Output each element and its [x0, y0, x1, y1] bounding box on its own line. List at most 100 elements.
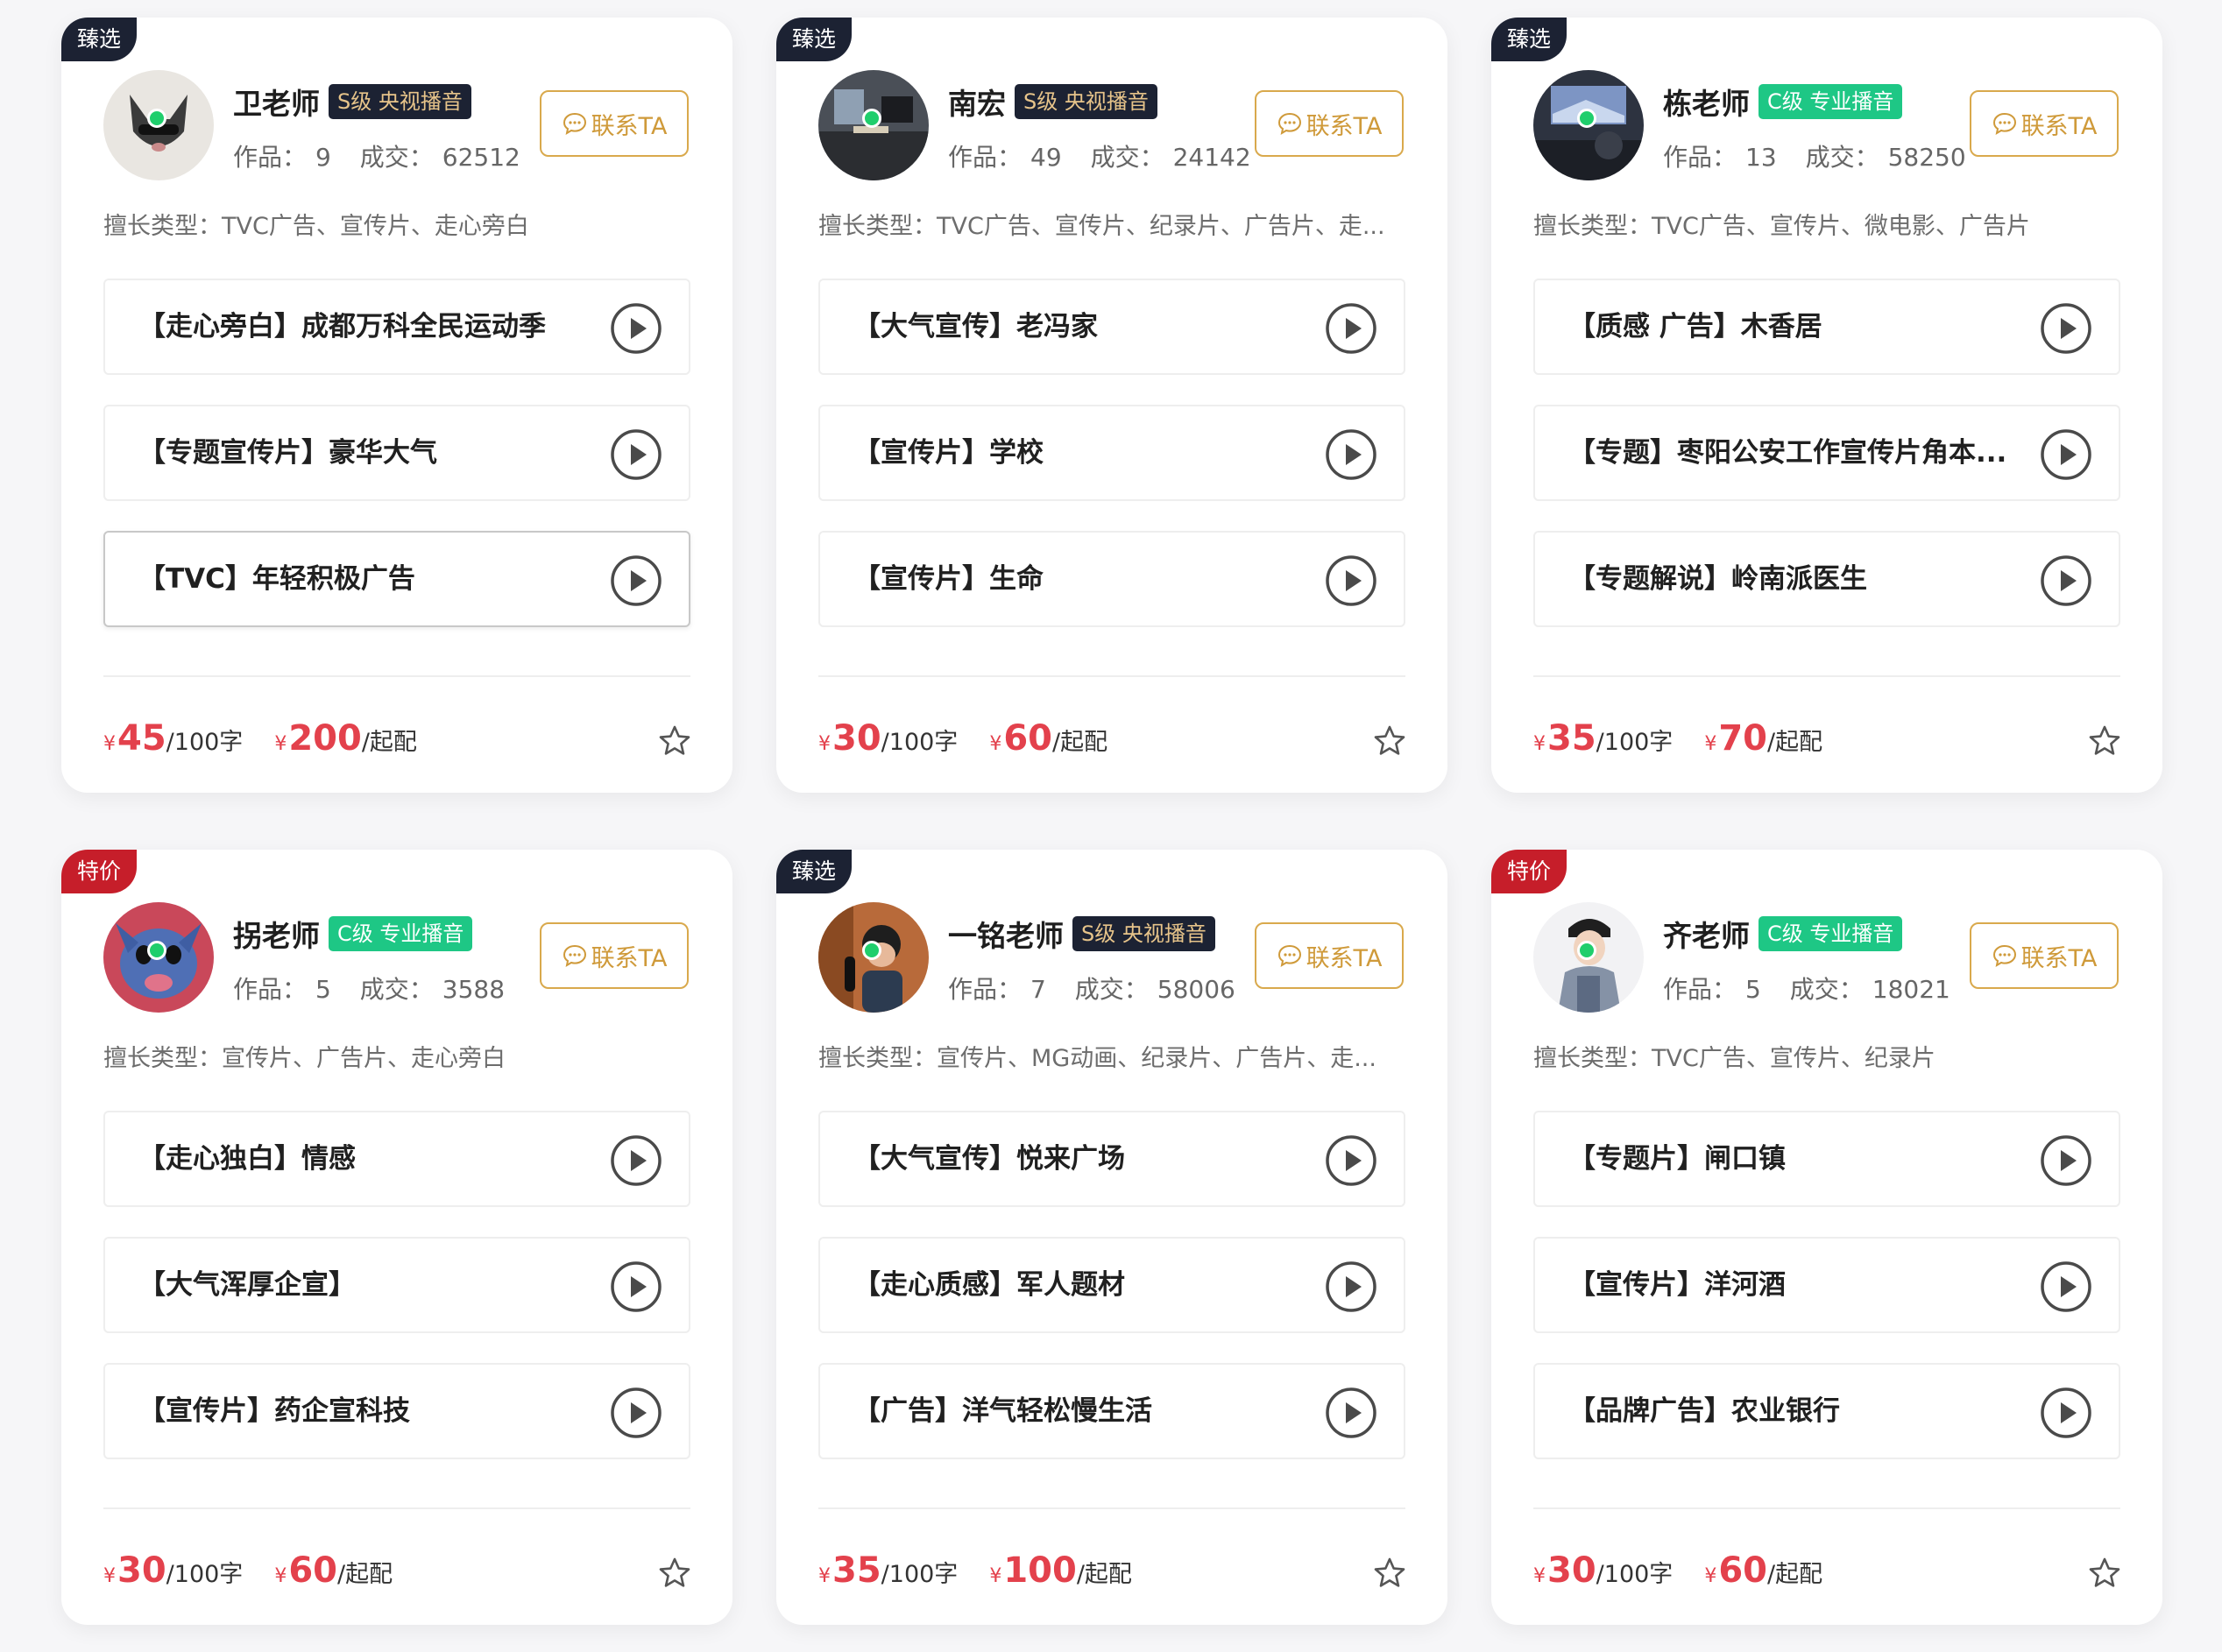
play-circle-icon[interactable] — [2040, 1387, 2092, 1439]
level-badge: C级 专业播音 — [1758, 84, 1903, 119]
artist-card[interactable]: 特价 拐老师 C级 专业播音 作品： 5 成交： 3588 联系TA 擅长类型：宣传… — [61, 850, 732, 1625]
contact-button[interactable]: 联系TA — [1255, 90, 1404, 157]
star-outline-icon[interactable] — [2087, 724, 2122, 759]
sample-item[interactable]: 【大气宣传】老冯家 — [818, 279, 1405, 375]
divider — [818, 675, 1405, 677]
name-row: 拐老师 C级 专业播音 — [233, 914, 473, 953]
yen-symbol: ¥ — [989, 733, 1002, 755]
contact-button[interactable]: 联系TA — [1970, 90, 2119, 157]
sample-item[interactable]: 【专题宣传片】豪华大气 — [103, 405, 690, 501]
skills-line: 擅长类型：TVC广告、宣传片、微电影、广告片 — [1533, 207, 2120, 241]
artist-name: 拐老师 — [233, 919, 320, 953]
skills-line: 擅长类型：宣传片、MG动画、纪录片、广告片、走... — [818, 1039, 1405, 1073]
deals-count: 3588 — [442, 975, 506, 1004]
play-circle-icon[interactable] — [1325, 1134, 1377, 1187]
artist-card[interactable]: 特价 齐老师 C级 专业播音 作品： 5 成交： 18021 联系TA 擅长类型：T… — [1491, 850, 2162, 1625]
works-label: 作品： — [948, 143, 1023, 172]
play-circle-icon[interactable] — [1325, 302, 1377, 355]
star-outline-icon[interactable] — [1372, 1556, 1407, 1591]
card-tag: 臻选 — [776, 18, 853, 61]
contact-button[interactable]: 联系TA — [1970, 922, 2119, 989]
star-outline-icon[interactable] — [1372, 724, 1407, 759]
play-circle-icon[interactable] — [2040, 1260, 2092, 1313]
star-outline-icon[interactable] — [657, 724, 692, 759]
sample-item[interactable]: 【走心质感】军人题材 — [818, 1237, 1405, 1333]
star-outline-icon[interactable] — [657, 1556, 692, 1591]
online-status-dot — [1577, 109, 1596, 128]
play-circle-icon[interactable] — [2040, 302, 2092, 355]
artist-card[interactable]: 臻选 一铭老师 S级 央视播音 作品： 7 成交： 58006 联系TA 擅长类型：… — [776, 850, 1447, 1625]
price-unit: /起配 — [336, 1561, 393, 1588]
sample-item[interactable]: 【宣传片】生命 — [818, 531, 1405, 627]
sample-item[interactable]: 【走心旁白】成都万科全民运动季 — [103, 279, 690, 375]
play-circle-icon[interactable] — [1325, 554, 1377, 607]
sample-item[interactable]: 【大气浑厚企宣】 — [103, 1237, 690, 1333]
price-value: 30 — [117, 1550, 166, 1591]
price-min: ¥60/起配 — [274, 1550, 393, 1591]
play-circle-icon[interactable] — [610, 1387, 662, 1439]
price-value: 45 — [117, 718, 166, 759]
stats: 作品： 5 成交： 3588 — [233, 971, 513, 1006]
sample-item[interactable]: 【走心独白】情感 — [103, 1111, 690, 1207]
yen-symbol: ¥ — [1533, 1565, 1546, 1587]
play-circle-icon[interactable] — [610, 1134, 662, 1187]
sample-item[interactable]: 【广告】洋气轻松慢生活 — [818, 1363, 1405, 1459]
sample-title: 【宣传片】药企宣科技 — [138, 1395, 410, 1427]
online-status-dot — [147, 109, 166, 128]
sample-title: 【大气宣传】悦来广场 — [853, 1143, 1125, 1175]
sample-item[interactable]: 【专题】枣阳公安工作宣传片角本... — [1533, 405, 2120, 501]
sample-item[interactable]: 【宣传片】学校 — [818, 405, 1405, 501]
yen-symbol: ¥ — [1533, 733, 1546, 755]
star-outline-icon[interactable] — [2087, 1556, 2122, 1591]
skills-value: TVC广告、宣传片、纪录片 — [1652, 1045, 1935, 1072]
contact-label: 联系TA — [2020, 112, 2098, 140]
yen-symbol: ¥ — [103, 733, 116, 755]
card-tag: 臻选 — [61, 18, 138, 61]
price-row: ¥35/100字 ¥70/起配 — [1533, 718, 1854, 771]
works-count: 7 — [1030, 975, 1046, 1004]
stats: 作品： 7 成交： 58006 — [948, 971, 1244, 1006]
deals-count: 62512 — [442, 143, 520, 172]
contact-button[interactable]: 联系TA — [1255, 922, 1404, 989]
price-unit: /100字 — [166, 729, 244, 756]
name-row: 一铭老师 S级 央视播音 — [948, 914, 1215, 953]
sample-title: 【大气宣传】老冯家 — [853, 311, 1098, 342]
play-circle-icon[interactable] — [1325, 1387, 1377, 1439]
stats: 作品： 13 成交： 58250 — [1663, 138, 1975, 173]
artist-card[interactable]: 臻选 卫老师 S级 央视播音 作品： 9 成交： 62512 联系TA 擅长类型：T… — [61, 18, 732, 793]
price-per-100: ¥30/100字 — [103, 1550, 243, 1591]
online-status-dot — [147, 941, 166, 960]
sample-title: 【专题解说】岭南派医生 — [1568, 563, 1867, 595]
stats: 作品： 49 成交： 24142 — [948, 138, 1260, 173]
play-circle-icon[interactable] — [2040, 428, 2092, 481]
level-badge: C级 专业播音 — [1758, 916, 1903, 951]
artist-card[interactable]: 臻选 栋老师 C级 专业播音 作品： 13 成交： 58250 联系TA 擅长类型：… — [1491, 18, 2162, 793]
play-circle-icon[interactable] — [610, 554, 662, 607]
play-circle-icon[interactable] — [610, 1260, 662, 1313]
price-unit: /100字 — [1596, 729, 1674, 756]
artist-name: 齐老师 — [1663, 919, 1750, 953]
sample-item[interactable]: 【宣传片】药企宣科技 — [103, 1363, 690, 1459]
yen-symbol: ¥ — [818, 1565, 831, 1587]
artist-card[interactable]: 臻选 南宏 S级 央视播音 作品： 49 成交： 24142 联系TA 擅长类型：T… — [776, 18, 1447, 793]
divider — [1533, 675, 2120, 677]
price-value: 60 — [1718, 1550, 1767, 1591]
sample-item[interactable]: 【专题片】闸口镇 — [1533, 1111, 2120, 1207]
sample-item[interactable]: 【质感 广告】木香居 — [1533, 279, 2120, 375]
play-circle-icon[interactable] — [610, 302, 662, 355]
price-row: ¥45/100字 ¥200/起配 — [103, 718, 449, 771]
play-circle-icon[interactable] — [1325, 428, 1377, 481]
sample-item[interactable]: 【品牌广告】农业银行 — [1533, 1363, 2120, 1459]
sample-item[interactable]: 【宣传片】洋河酒 — [1533, 1237, 2120, 1333]
level-badge: S级 央视播音 — [329, 84, 471, 119]
play-circle-icon[interactable] — [2040, 1134, 2092, 1187]
price-unit: /起配 — [361, 729, 417, 756]
sample-item[interactable]: 【TVC】年轻积极广告 — [103, 531, 690, 627]
play-circle-icon[interactable] — [1325, 1260, 1377, 1313]
sample-item[interactable]: 【大气宣传】悦来广场 — [818, 1111, 1405, 1207]
contact-button[interactable]: 联系TA — [540, 90, 689, 157]
play-circle-icon[interactable] — [610, 428, 662, 481]
contact-button[interactable]: 联系TA — [540, 922, 689, 989]
play-circle-icon[interactable] — [2040, 554, 2092, 607]
sample-item[interactable]: 【专题解说】岭南派医生 — [1533, 531, 2120, 627]
